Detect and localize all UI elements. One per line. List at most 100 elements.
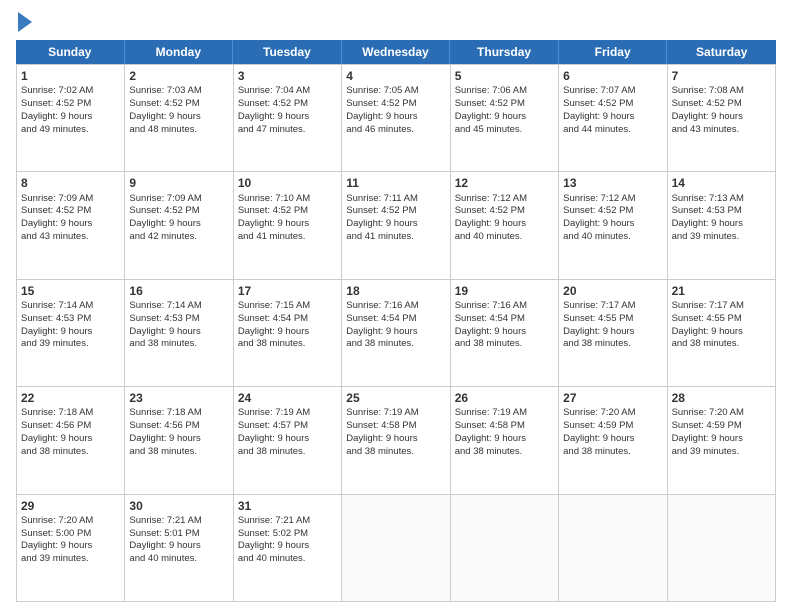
day-info-line: Daylight: 9 hours — [563, 218, 662, 231]
cal-cell-8: 8Sunrise: 7:09 AMSunset: 4:52 PMDaylight… — [17, 172, 125, 279]
day-info-line: and 47 minutes. — [238, 124, 337, 137]
day-info-line: Daylight: 9 hours — [455, 326, 554, 339]
cal-cell-24: 24Sunrise: 7:19 AMSunset: 4:57 PMDayligh… — [234, 387, 342, 494]
day-info-line: and 44 minutes. — [563, 124, 662, 137]
day-number: 13 — [563, 175, 662, 191]
day-info-line: Sunrise: 7:13 AM — [672, 193, 771, 206]
day-number: 2 — [129, 68, 228, 84]
header-day-wednesday: Wednesday — [342, 40, 451, 64]
day-number: 8 — [21, 175, 120, 191]
day-info-line: Daylight: 9 hours — [672, 111, 771, 124]
day-number: 9 — [129, 175, 228, 191]
day-info-line: Sunrise: 7:18 AM — [129, 407, 228, 420]
cal-cell-28: 28Sunrise: 7:20 AMSunset: 4:59 PMDayligh… — [668, 387, 776, 494]
day-info-line: Daylight: 9 hours — [21, 111, 120, 124]
day-info-line: Sunset: 4:53 PM — [129, 313, 228, 326]
day-info-line: Sunrise: 7:12 AM — [563, 193, 662, 206]
cal-cell-22: 22Sunrise: 7:18 AMSunset: 4:56 PMDayligh… — [17, 387, 125, 494]
cal-cell-20: 20Sunrise: 7:17 AMSunset: 4:55 PMDayligh… — [559, 280, 667, 387]
day-info-line: Sunrise: 7:05 AM — [346, 85, 445, 98]
day-info-line: Sunrise: 7:14 AM — [21, 300, 120, 313]
day-info-line: Sunrise: 7:02 AM — [21, 85, 120, 98]
day-info-line: Daylight: 9 hours — [455, 433, 554, 446]
cal-cell-10: 10Sunrise: 7:10 AMSunset: 4:52 PMDayligh… — [234, 172, 342, 279]
day-info-line: Sunset: 4:52 PM — [21, 98, 120, 111]
day-number: 28 — [672, 390, 771, 406]
cal-cell-23: 23Sunrise: 7:18 AMSunset: 4:56 PMDayligh… — [125, 387, 233, 494]
day-info-line: Sunset: 4:53 PM — [21, 313, 120, 326]
day-number: 15 — [21, 283, 120, 299]
day-info-line: Daylight: 9 hours — [129, 540, 228, 553]
day-info-line: and 39 minutes. — [21, 338, 120, 351]
day-number: 24 — [238, 390, 337, 406]
day-info-line: and 38 minutes. — [129, 338, 228, 351]
day-info-line: Sunrise: 7:07 AM — [563, 85, 662, 98]
cal-cell-26: 26Sunrise: 7:19 AMSunset: 4:58 PMDayligh… — [451, 387, 559, 494]
day-info-line: Sunrise: 7:09 AM — [21, 193, 120, 206]
day-info-line: and 43 minutes. — [21, 231, 120, 244]
day-info-line: Sunrise: 7:09 AM — [129, 193, 228, 206]
day-info-line: Daylight: 9 hours — [346, 218, 445, 231]
day-info-line: Sunset: 5:00 PM — [21, 528, 120, 541]
day-info-line: Sunset: 4:54 PM — [455, 313, 554, 326]
day-info-line: Daylight: 9 hours — [129, 111, 228, 124]
day-number: 30 — [129, 498, 228, 514]
day-number: 16 — [129, 283, 228, 299]
cal-cell-29: 29Sunrise: 7:20 AMSunset: 5:00 PMDayligh… — [17, 495, 125, 602]
day-info-line: Sunrise: 7:08 AM — [672, 85, 771, 98]
day-info-line: Sunset: 4:52 PM — [563, 98, 662, 111]
day-info-line: Sunset: 4:52 PM — [238, 98, 337, 111]
cal-cell-18: 18Sunrise: 7:16 AMSunset: 4:54 PMDayligh… — [342, 280, 450, 387]
day-info-line: and 45 minutes. — [455, 124, 554, 137]
day-info-line: and 38 minutes. — [672, 338, 771, 351]
day-info-line: and 38 minutes. — [563, 446, 662, 459]
day-info-line: and 39 minutes. — [672, 231, 771, 244]
day-info-line: Daylight: 9 hours — [238, 540, 337, 553]
day-number: 25 — [346, 390, 445, 406]
day-info-line: Sunrise: 7:10 AM — [238, 193, 337, 206]
calendar-header: SundayMondayTuesdayWednesdayThursdayFrid… — [16, 40, 776, 64]
day-info-line: Sunset: 4:58 PM — [346, 420, 445, 433]
header-day-saturday: Saturday — [667, 40, 776, 64]
day-number: 26 — [455, 390, 554, 406]
calendar-body: 1Sunrise: 7:02 AMSunset: 4:52 PMDaylight… — [16, 64, 776, 602]
cal-cell-3: 3Sunrise: 7:04 AMSunset: 4:52 PMDaylight… — [234, 65, 342, 172]
day-info-line: Sunset: 4:52 PM — [346, 205, 445, 218]
day-info-line: Sunset: 4:52 PM — [238, 205, 337, 218]
cal-row-3: 15Sunrise: 7:14 AMSunset: 4:53 PMDayligh… — [17, 280, 776, 387]
day-info-line: and 40 minutes. — [563, 231, 662, 244]
cal-cell-21: 21Sunrise: 7:17 AMSunset: 4:55 PMDayligh… — [668, 280, 776, 387]
day-info-line: Sunrise: 7:21 AM — [129, 515, 228, 528]
header-day-monday: Monday — [125, 40, 234, 64]
day-info-line: Daylight: 9 hours — [455, 111, 554, 124]
day-info-line: and 38 minutes. — [238, 338, 337, 351]
day-info-line: Daylight: 9 hours — [238, 111, 337, 124]
day-info-line: Sunset: 4:52 PM — [21, 205, 120, 218]
day-info-line: Sunset: 4:52 PM — [672, 98, 771, 111]
cal-cell-27: 27Sunrise: 7:20 AMSunset: 4:59 PMDayligh… — [559, 387, 667, 494]
day-info-line: Sunset: 5:02 PM — [238, 528, 337, 541]
day-number: 14 — [672, 175, 771, 191]
cal-cell-13: 13Sunrise: 7:12 AMSunset: 4:52 PMDayligh… — [559, 172, 667, 279]
cal-cell-11: 11Sunrise: 7:11 AMSunset: 4:52 PMDayligh… — [342, 172, 450, 279]
day-info-line: and 38 minutes. — [129, 446, 228, 459]
day-info-line: and 41 minutes. — [346, 231, 445, 244]
cal-cell-empty — [342, 495, 450, 602]
day-info-line: Sunset: 4:52 PM — [129, 98, 228, 111]
day-number: 6 — [563, 68, 662, 84]
day-number: 5 — [455, 68, 554, 84]
cal-row-4: 22Sunrise: 7:18 AMSunset: 4:56 PMDayligh… — [17, 387, 776, 494]
day-info-line: and 38 minutes. — [455, 446, 554, 459]
day-number: 19 — [455, 283, 554, 299]
day-info-line: Sunset: 4:55 PM — [672, 313, 771, 326]
day-info-line: Sunset: 4:53 PM — [672, 205, 771, 218]
day-info-line: Daylight: 9 hours — [21, 433, 120, 446]
day-number: 1 — [21, 68, 120, 84]
day-info-line: Sunrise: 7:17 AM — [672, 300, 771, 313]
day-number: 20 — [563, 283, 662, 299]
day-info-line: and 38 minutes. — [21, 446, 120, 459]
day-info-line: Sunset: 4:57 PM — [238, 420, 337, 433]
cal-cell-25: 25Sunrise: 7:19 AMSunset: 4:58 PMDayligh… — [342, 387, 450, 494]
day-info-line: Sunrise: 7:16 AM — [455, 300, 554, 313]
day-info-line: Sunset: 4:52 PM — [129, 205, 228, 218]
